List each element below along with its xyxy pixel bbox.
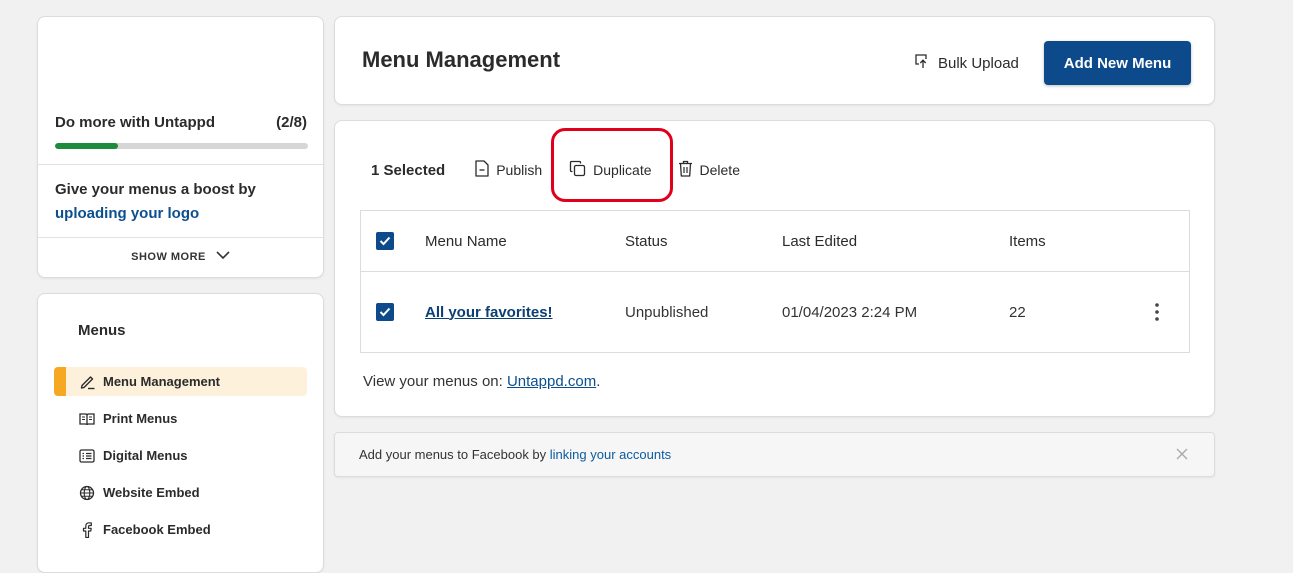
select-all-checkbox[interactable] [376,232,394,250]
nav-item-website-embed[interactable]: Website Embed [54,478,307,507]
show-more-button[interactable]: SHOW MORE [38,251,323,263]
facebook-icon [78,521,96,539]
book-icon [78,410,96,428]
publish-button[interactable]: Publish [475,160,542,180]
column-header-items[interactable]: Items [1009,233,1046,250]
nav-item-label: Website Embed [103,485,200,500]
facebook-banner: Add your menus to Facebook by linking yo… [334,432,1215,477]
upload-logo-link[interactable]: uploading your logo [55,205,199,222]
menu-status: Unpublished [625,303,709,321]
bulk-upload-label: Bulk Upload [938,54,1019,72]
menus-table: Menu Name Status Last Edited Items All y… [360,210,1190,353]
untappd-link[interactable]: Untappd.com [507,373,596,390]
view-menus-on: View your menus on: Untappd.com. [363,373,600,390]
menu-last-edited: 01/04/2023 2:24 PM [782,303,918,321]
publish-label: Publish [496,162,543,178]
promo-boost-text: Give your menus a boost by uploading you… [55,178,315,226]
page-header: Menu Management Bulk Upload Add New Menu [334,16,1215,105]
column-header-last-edited[interactable]: Last Edited [782,233,857,250]
chevron-down-icon [216,251,230,263]
close-icon[interactable] [1174,446,1190,462]
promo-progress-bar [55,143,308,149]
delete-label: Delete [699,162,740,178]
promo-header: Do more with Untappd (2/8) [55,114,307,131]
upload-icon [914,53,930,73]
delete-button[interactable]: Delete [678,160,740,180]
nav-title: Menus [78,322,126,339]
menu-item-count: 22 [1009,303,1026,321]
table-row: All your favorites! Unpublished 01/04/20… [361,271,1189,353]
duplicate-label: Duplicate [593,162,652,178]
facebook-banner-text: Add your menus to Facebook by linking yo… [359,447,671,462]
menus-table-card: 1 Selected Publish Duplicate Delete Menu… [334,120,1215,417]
nav-item-label: Facebook Embed [103,522,211,537]
nav-item-digital-menus[interactable]: Digital Menus [54,441,307,470]
selected-count: 1 Selected [371,161,446,179]
more-options-icon[interactable] [1147,302,1167,322]
divider [38,237,323,238]
table-header-row: Menu Name Status Last Edited Items [361,211,1189,272]
view-on-suffix: . [596,373,601,390]
list-icon [78,447,96,465]
promo-card: Do more with Untappd (2/8) Give your men… [37,16,324,278]
nav-item-menu-management[interactable]: Menu Management [54,367,307,396]
link-accounts-link[interactable]: linking your accounts [550,447,671,462]
trash-icon [678,160,693,180]
menu-name-link[interactable]: All your favorites! [425,304,553,321]
add-new-menu-button[interactable]: Add New Menu [1044,41,1191,85]
duplicate-button[interactable]: Duplicate [569,160,652,180]
promo-progress-fill [55,143,119,149]
nav-item-label: Digital Menus [103,448,188,463]
column-header-menu-name[interactable]: Menu Name [425,233,507,250]
boost-text: Give your menus a boost by [55,181,256,198]
show-more-label: SHOW MORE [131,251,206,263]
check-icon [379,307,391,317]
pencil-icon [78,373,96,391]
bulk-actions-toolbar: 1 Selected Publish Duplicate Delete [371,160,740,180]
nav-item-print-menus[interactable]: Print Menus [54,404,307,433]
view-on-text: View your menus on: [363,373,507,390]
facebook-text: Add your menus to Facebook by [359,447,550,462]
nav-item-label: Print Menus [103,411,178,426]
row-checkbox[interactable] [376,303,394,321]
page-title: Menu Management [362,47,561,72]
nav-item-facebook-embed[interactable]: Facebook Embed [54,515,307,544]
globe-icon [78,484,96,502]
divider [38,164,323,165]
nav-item-label: Menu Management [103,374,221,389]
check-icon [379,236,391,246]
promo-title: Do more with Untappd [55,114,215,131]
column-header-status[interactable]: Status [625,233,668,250]
copy-icon [569,160,586,180]
bulk-upload-button[interactable]: Bulk Upload [914,53,1019,73]
document-icon [475,160,489,180]
menus-nav: Menus Menu Management Print Menus Digita… [37,293,324,573]
promo-progress-count: (2/8) [276,114,307,131]
